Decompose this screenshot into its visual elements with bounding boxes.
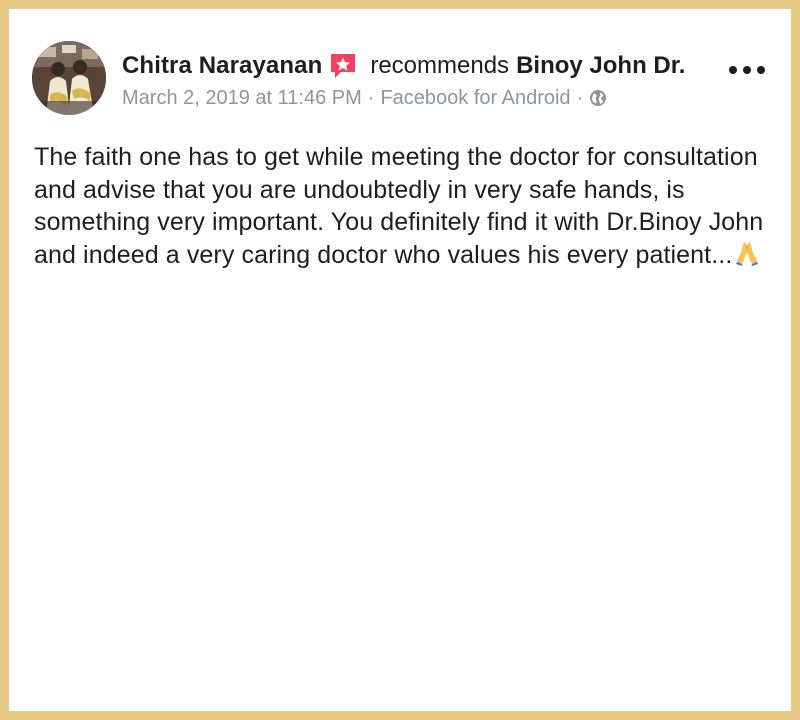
folded-hands-icon [734, 240, 760, 266]
post-meta: March 2, 2019 at 11:46 PM · Facebook for… [122, 85, 607, 111]
recommend-verb: recommends [370, 52, 510, 79]
avatar[interactable] [32, 41, 106, 115]
meta-separator: · [576, 86, 584, 109]
post-frame: Chitra Narayanan recommends Binoy John D… [0, 0, 800, 720]
post-timestamp[interactable]: March 2, 2019 at 11:46 PM [122, 87, 362, 110]
globe-icon[interactable] [589, 89, 607, 107]
avatar-photo [32, 41, 106, 115]
meta-separator: · [367, 86, 375, 109]
post-source: Facebook for Android [380, 86, 571, 109]
recommendation-star-icon [328, 51, 358, 81]
post-header: Chitra Narayanan recommends Binoy John D… [122, 49, 685, 83]
more-dot-icon [729, 66, 737, 74]
more-dot-icon [743, 66, 751, 74]
more-options-button[interactable] [729, 63, 765, 77]
author-name[interactable]: Chitra Narayanan [122, 52, 322, 80]
page-name[interactable]: Binoy John Dr. [516, 52, 685, 80]
post-body: The faith one has to get while meeting t… [34, 141, 769, 271]
post-card: Chitra Narayanan recommends Binoy John D… [9, 9, 791, 711]
post-text: The faith one has to get while meeting t… [34, 143, 764, 269]
more-dot-icon [757, 66, 765, 74]
